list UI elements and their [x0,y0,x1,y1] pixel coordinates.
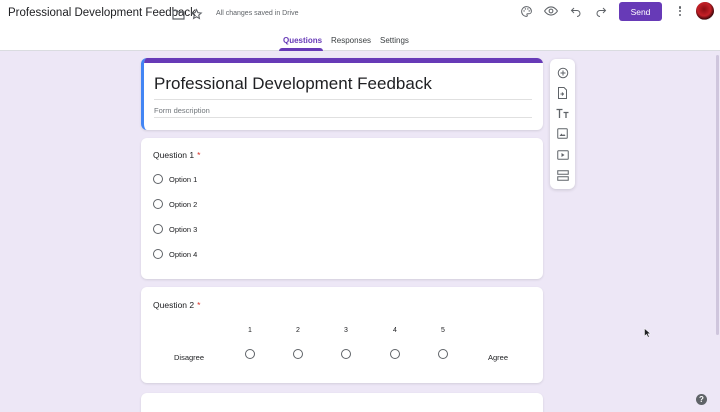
scale-radio-button[interactable] [390,349,400,359]
scale-number: 2 [296,327,300,334]
add-video-icon[interactable] [555,147,570,162]
list-item[interactable]: Option 1 [153,173,197,185]
palette-icon[interactable] [519,4,533,18]
question-title-text: Question 2 [153,300,195,310]
mouse-cursor-icon [644,325,652,343]
preview-eye-icon[interactable] [544,4,558,18]
form-tabs: Questions Responses Settings [0,30,720,51]
redo-icon[interactable] [594,4,608,18]
question-title-text: Question 1 [153,150,195,160]
scale-number: 5 [441,327,445,334]
required-asterisk: * [197,300,201,310]
question-card-2[interactable]: Question 2 * 1 2 3 4 5 Disagree Agree [141,287,543,383]
help-icon[interactable]: ? [696,394,707,405]
scale-number: 1 [248,327,252,334]
question-card-3[interactable] [141,393,543,412]
form-description-input[interactable]: Form description [154,106,210,115]
question-title: Question 2 * [153,300,200,310]
scale-radio-button[interactable] [341,349,351,359]
document-title[interactable]: Professional Development Feedback [8,7,196,19]
scale-high-label: Agree [488,353,509,362]
radio-button[interactable] [153,249,163,259]
scale-number: 4 [393,327,397,334]
scale-radio-button[interactable] [438,349,448,359]
send-button[interactable]: Send [619,2,662,21]
question-title: Question 1 * [153,150,200,160]
option-label: Option 1 [169,174,198,184]
radio-button[interactable] [153,199,163,209]
radio-button[interactable] [153,224,163,234]
option-label: Option 3 [169,224,198,234]
question-card-1[interactable]: Question 1 * Option 1 Option 2 Option 3 O… [141,138,543,279]
list-item[interactable]: Option 2 [153,198,197,210]
avatar[interactable] [696,2,714,20]
scale-number: 3 [344,327,348,334]
option-label: Option 2 [169,199,198,209]
required-asterisk: * [197,150,201,160]
add-section-icon[interactable] [555,168,570,183]
app-header: Professional Development Feedback All ch… [0,0,720,51]
more-options-icon[interactable] [676,4,684,18]
scale-low-label: Disagree [174,353,205,362]
scale-radio-button[interactable] [245,349,255,359]
add-image-icon[interactable] [555,126,570,141]
list-item[interactable]: Option 4 [153,248,197,260]
form-header-card: Professional Development Feedback Form d… [141,58,543,130]
scrollbar-thumb[interactable] [716,55,719,335]
form-title[interactable]: Professional Development Feedback [154,74,432,94]
question-toolbar [550,59,575,189]
radio-button[interactable] [153,174,163,184]
title-underline [154,99,532,100]
option-label: Option 4 [169,249,198,259]
save-status: All changes saved in Drive [216,10,299,17]
tab-responses[interactable]: Responses [331,36,371,45]
add-title-icon[interactable] [555,106,570,121]
import-questions-icon[interactable] [555,85,570,100]
undo-icon[interactable] [569,4,583,18]
list-item[interactable]: Option 3 [153,223,197,235]
add-question-icon[interactable] [555,65,570,80]
star-icon[interactable] [189,7,203,21]
tab-questions[interactable]: Questions [283,36,322,45]
folder-icon[interactable] [171,7,185,21]
description-underline [154,117,532,118]
tab-settings[interactable]: Settings [380,36,409,45]
active-tab-indicator [279,48,323,51]
scale-radio-button[interactable] [293,349,303,359]
